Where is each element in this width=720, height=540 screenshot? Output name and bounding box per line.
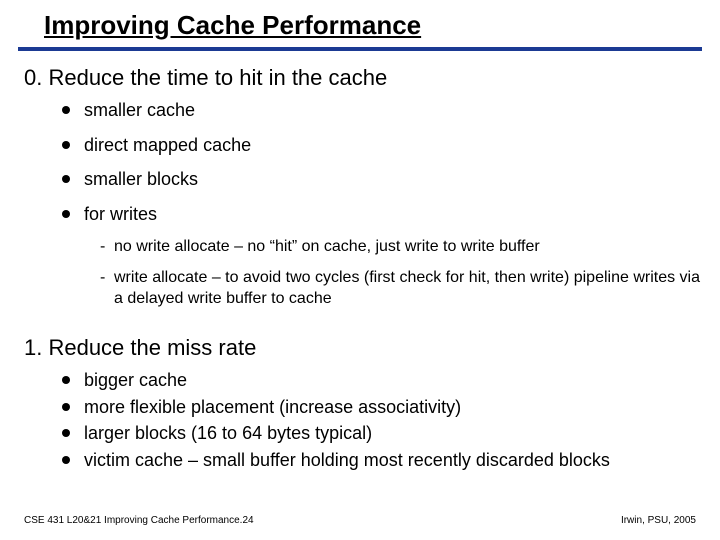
- section-0: 0. Reduce the time to hit in the cache s…: [24, 65, 700, 309]
- list-item: direct mapped cache: [62, 134, 700, 157]
- bullet-icon: [62, 210, 70, 218]
- list-item-label: smaller blocks: [84, 169, 198, 189]
- bullet-icon: [62, 456, 70, 464]
- list-item: bigger cache: [62, 369, 700, 392]
- list-item: for writes: [62, 203, 700, 226]
- list-item-label: larger blocks (16 to 64 bytes typical): [84, 423, 372, 443]
- list-item-label: write allocate – to avoid two cycles (fi…: [114, 269, 700, 307]
- list-item-label: victim cache – small buffer holding most…: [84, 450, 610, 470]
- bullet-icon: [62, 106, 70, 114]
- section-heading: 0. Reduce the time to hit in the cache: [24, 65, 700, 91]
- bullet-icon: [62, 376, 70, 384]
- list-item-label: no write allocate – no “hit” on cache, j…: [114, 238, 540, 255]
- footer: CSE 431 L20&21 Improving Cache Performan…: [24, 515, 696, 526]
- bullet-list: bigger cache more flexible placement (in…: [62, 369, 700, 471]
- list-item: more flexible placement (increase associ…: [62, 396, 700, 419]
- list-item-label: for writes: [84, 204, 157, 224]
- section-heading: 1. Reduce the miss rate: [24, 335, 700, 361]
- bullet-icon: [62, 429, 70, 437]
- bullet-icon: [62, 403, 70, 411]
- slide: Improving Cache Performance 0. Reduce th…: [0, 0, 720, 540]
- list-item: write allocate – to avoid two cycles (fi…: [100, 268, 700, 310]
- bullet-list: smaller cache direct mapped cache smalle…: [62, 99, 700, 225]
- list-item: larger blocks (16 to 64 bytes typical): [62, 422, 700, 445]
- content: 0. Reduce the time to hit in the cache s…: [0, 51, 720, 471]
- list-item: victim cache – small buffer holding most…: [62, 449, 700, 472]
- sub-list: no write allocate – no “hit” on cache, j…: [100, 237, 700, 309]
- slide-title: Improving Cache Performance: [44, 10, 421, 41]
- list-item-label: smaller cache: [84, 100, 195, 120]
- bullet-icon: [62, 175, 70, 183]
- list-item: smaller cache: [62, 99, 700, 122]
- list-item: smaller blocks: [62, 168, 700, 191]
- bullet-icon: [62, 141, 70, 149]
- section-1: 1. Reduce the miss rate bigger cache mor…: [24, 335, 700, 471]
- list-item-label: bigger cache: [84, 370, 187, 390]
- list-item-label: more flexible placement (increase associ…: [84, 397, 461, 417]
- title-wrap: Improving Cache Performance: [0, 0, 720, 41]
- footer-right: Irwin, PSU, 2005: [621, 515, 696, 526]
- list-item-label: direct mapped cache: [84, 135, 251, 155]
- footer-left: CSE 431 L20&21 Improving Cache Performan…: [24, 515, 254, 526]
- list-item: no write allocate – no “hit” on cache, j…: [100, 237, 700, 258]
